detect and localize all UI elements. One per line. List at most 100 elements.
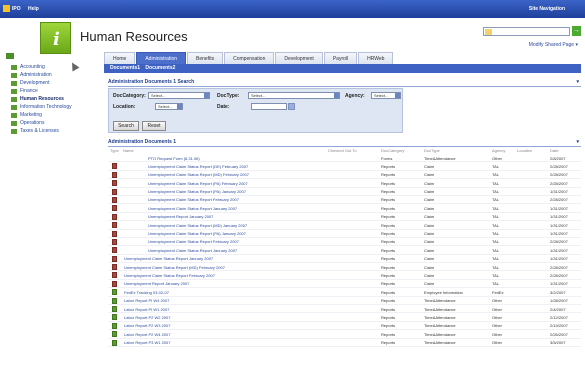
table-row[interactable]: Unemployment Claim Status Report (PA) Ja… [108, 188, 581, 196]
tab[interactable]: Home [104, 52, 136, 64]
date-input[interactable] [251, 103, 287, 110]
document-name-link[interactable]: FedEx Tracking 03-02-07 [124, 290, 169, 295]
site-icon [11, 80, 17, 86]
sidebar-item[interactable]: Administration [11, 71, 72, 79]
document-name-link[interactable]: Unemployment Claim Status Report Februar… [148, 197, 239, 202]
location-select[interactable]: Select... [155, 103, 183, 110]
document-name-link[interactable]: Unemployment Claim Status Report January… [148, 248, 237, 253]
agency-select[interactable]: Select... [371, 92, 401, 99]
document-name-link[interactable]: Unemployment Claim Status Report January… [148, 206, 237, 211]
doctype-cell: Claim [424, 214, 435, 220]
table-row[interactable]: PTO Request Form (8.31.06) Forms Time&Atte… [108, 154, 581, 163]
col-date[interactable]: Date [550, 148, 558, 153]
document-name-link[interactable]: Unemployment Claim Status Report (MD) Ja… [148, 223, 247, 228]
table-row[interactable]: Labor Report PI W4 2007 Reports Time&Atten… [108, 297, 581, 306]
col-location[interactable]: Location [517, 148, 532, 153]
sidebar-item-label: Administration [20, 72, 52, 78]
document-name-link[interactable]: Unemployment Claim Status Report (MD) Fe… [148, 172, 249, 177]
table-row[interactable]: Labor Report PI W1 2007 Reports Time&Atten… [108, 305, 581, 314]
doctype-cell: Time&Attendance [424, 155, 456, 161]
reset-button[interactable]: Reset [142, 121, 166, 131]
tab[interactable]: Benefits [187, 52, 224, 64]
table-row[interactable]: Labor Report P3 W1 2007 Reports Time&Atten… [108, 339, 581, 347]
tab[interactable]: Payroll [323, 52, 358, 64]
tab[interactable]: Compensation [224, 52, 275, 64]
document-name-link[interactable]: Unemployment Claim Status Report (PA) Ja… [148, 231, 246, 236]
search-button[interactable]: Search [113, 121, 139, 131]
document-name-link[interactable]: Unemployment Claim Status Report (PA) Ja… [148, 189, 246, 194]
table-row[interactable]: Unemployment Report January 2007 Reports C… [108, 280, 581, 289]
document-name-link[interactable]: Unemployment Claim Status Report (PA) Fe… [148, 181, 248, 186]
col-doccategory[interactable]: DocCategory [381, 148, 404, 153]
document-name-link[interactable]: Labor Report PI W4 2007 [124, 298, 169, 303]
document-name-link[interactable]: Labor Report PI W1 2007 [124, 307, 169, 312]
table-row[interactable]: Unemployment Claim Status Report (PA) Ja… [108, 230, 581, 238]
sidebar-item[interactable]: Human Resources [11, 95, 72, 103]
document-name-link[interactable]: Labor Report P2 W4 2007 [124, 332, 170, 337]
table-row[interactable]: Unemployment Claim Status Report Februar… [108, 271, 581, 280]
col-agency[interactable]: Agency [492, 148, 505, 153]
collapse-icon[interactable]: ▾ [576, 79, 579, 85]
collapse-icon[interactable]: ▾ [576, 139, 579, 145]
table-row[interactable]: Unemployment Claim Status Report January… [108, 246, 581, 255]
sidebar-item[interactable]: Operations [11, 119, 72, 127]
search-go-button[interactable]: → [572, 26, 581, 36]
table-row[interactable]: Unemployment Claim Status Report (MD) Fe… [108, 171, 581, 180]
sidebar-item[interactable]: Development [11, 79, 72, 87]
table-row[interactable]: Unemployment Claim Status Report (DE) Fe… [108, 162, 581, 171]
table-row[interactable]: Unemployment Claim Status Report January… [108, 204, 581, 213]
document-name-link[interactable]: Unemployment Report January 2007 [148, 214, 213, 219]
doctype-cell: Claim [424, 197, 435, 203]
ipo-link[interactable]: IPO [12, 6, 21, 12]
col-type[interactable]: Type [110, 148, 119, 153]
sidebar-item[interactable]: Accounting [11, 63, 72, 71]
col-checked-out[interactable]: Checked Out To [328, 148, 357, 153]
document-name-link[interactable]: Labor Report P2 W2 2007 [124, 315, 170, 320]
table-row[interactable]: Labor Report P2 W4 2007 Reports Time&Atten… [108, 330, 581, 339]
table-row[interactable]: Unemployment Claim Status Report (MD) Fe… [108, 263, 581, 272]
doctype-cell: Time&Attendance [424, 331, 456, 337]
table-row[interactable]: Unemployment Claim Status Report (MD) Ja… [108, 221, 581, 230]
subtab-documents2[interactable]: Documents2 [145, 65, 175, 71]
help-link[interactable]: Help [28, 6, 39, 12]
table-row[interactable]: Unemployment Claim Status Report Februar… [108, 238, 581, 247]
doccategory-select[interactable]: Select... [148, 92, 210, 99]
table-row[interactable]: Labor Report P2 W3 2007 Reports Time&Atten… [108, 322, 581, 331]
sidebar-item[interactable]: Finance [11, 87, 72, 95]
table-row[interactable]: Labor Report P2 W2 2007 Reports Time&Atten… [108, 313, 581, 322]
calendar-icon[interactable] [288, 103, 295, 110]
table-row[interactable]: FedEx Tracking 03-02-07 Reports Employee I… [108, 288, 581, 297]
subtab-documents1[interactable]: Documents1 [110, 65, 140, 71]
sidebar-item[interactable]: Marketing [11, 111, 72, 119]
table-row[interactable]: Unemployment Claim Status Report January… [108, 255, 581, 264]
document-name-link[interactable]: Labor Report P3 W1 2007 [124, 340, 170, 345]
tab[interactable]: HRWeb [358, 52, 394, 64]
site-navigation-link[interactable]: Site Navigation [529, 6, 565, 12]
table-row[interactable]: Unemployment Report January 2007 Reports C… [108, 213, 581, 222]
table-row[interactable]: Unemployment Claim Status Report Februar… [108, 196, 581, 205]
site-icon [11, 104, 17, 110]
dropdown-arrow-icon [334, 93, 339, 98]
document-name-link[interactable]: Unemployment Claim Status Report (MD) Fe… [124, 265, 225, 270]
document-name-link[interactable]: PTO Request Form (8.31.06) [148, 156, 200, 161]
col-doctype[interactable]: DocType [424, 148, 440, 153]
document-name-link[interactable]: Unemployment Claim Status Report Februar… [148, 239, 239, 244]
date-cell: 2/28/2007 [550, 272, 568, 278]
sidebar-item[interactable]: Information Technology [11, 103, 72, 111]
doccategory-cell: Reports [381, 323, 396, 329]
col-name[interactable]: Name [123, 148, 134, 153]
document-name-link[interactable]: Unemployment Claim Status Report (DE) Fe… [148, 164, 248, 169]
document-name-link[interactable]: Unemployment Report January 2007 [124, 281, 189, 286]
document-name-link[interactable]: Unemployment Claim Status Report Februar… [124, 273, 215, 278]
doctype-select[interactable]: Select... [248, 92, 340, 99]
document-icon [112, 314, 117, 321]
document-name-link[interactable]: Labor Report P2 W3 2007 [124, 323, 170, 328]
table-row[interactable]: Unemployment Claim Status Report (PA) Fe… [108, 179, 581, 188]
tab[interactable]: Development [275, 52, 323, 64]
tab[interactable]: Administration [136, 52, 187, 64]
sidebar-item[interactable]: Taxes & Licenses [11, 127, 72, 135]
search-input[interactable] [483, 27, 570, 36]
document-name-link[interactable]: Unemployment Claim Status Report January… [124, 256, 213, 261]
date-cell: 2/19/2007 [550, 323, 568, 329]
modify-shared-page-link[interactable]: Modify Shared Page ▾ [529, 42, 578, 48]
